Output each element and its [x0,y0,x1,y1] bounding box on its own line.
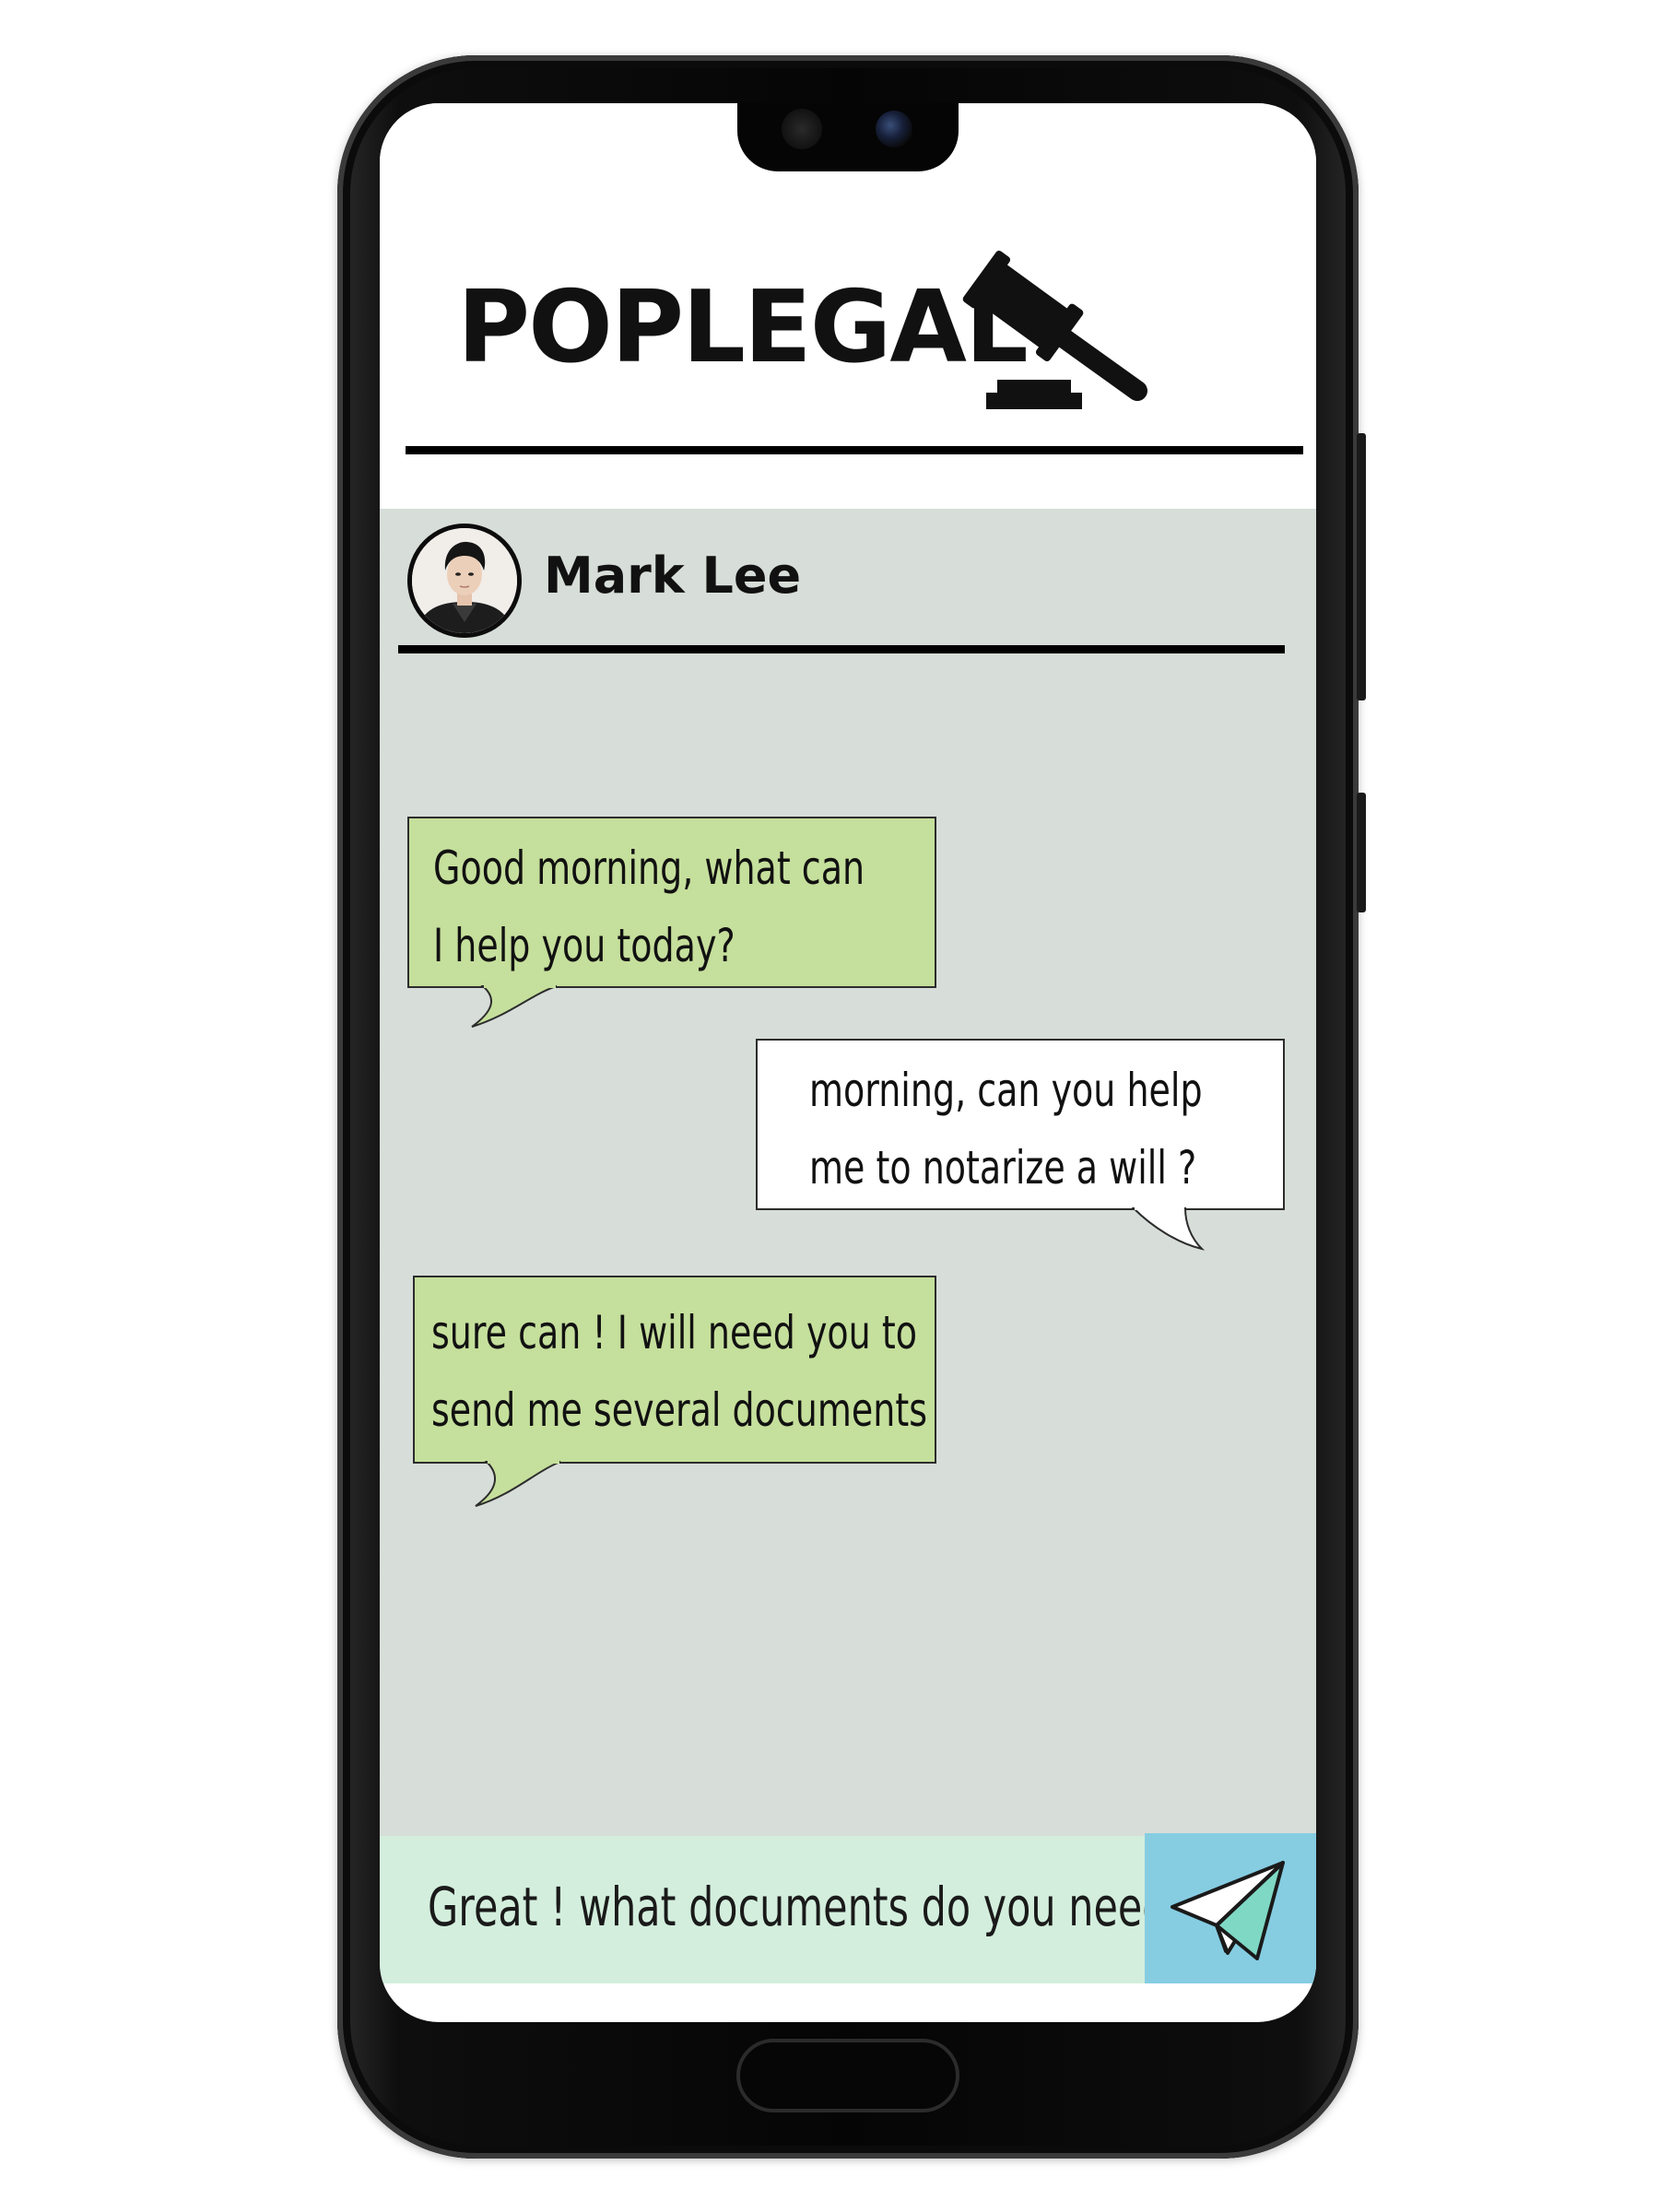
speaker-icon [782,109,822,149]
message-line: Good morning, what can [433,841,865,895]
message-line: send me several documents [431,1383,928,1437]
message-line: me to notarize a will ? [809,1141,1197,1194]
page: POPLEGAL Mark Lee Good morning, what can… [0,0,1659,2212]
message-bubble-outgoing[interactable]: morning, can you help me to notarize a w… [756,1039,1285,1210]
paper-plane-icon [1171,1861,1285,1960]
message-input[interactable]: Great ! what documents do you need | [380,1836,1194,1983]
header-divider [406,446,1303,454]
phone-screen: POPLEGAL Mark Lee Good morning, what can… [380,103,1316,2022]
gavel-icon [962,250,1147,409]
volume-button [1357,433,1366,700]
app-header: POPLEGAL [380,103,1316,509]
notch [737,103,959,171]
message-line: morning, can you help [809,1064,1203,1117]
contact-bar[interactable]: Mark Lee [380,509,1316,656]
bubble-tail [471,984,558,1028]
message-input-text: Great ! what documents do you need | [428,1876,1194,1938]
chat-area[interactable]: Mark Lee Good morning, what can I help y… [380,509,1316,1836]
message-bubble-incoming[interactable]: sure can ! I will need you to send me se… [413,1276,936,1464]
app-title: POPLEGAL [457,270,1029,385]
home-button[interactable] [736,2039,959,2112]
avatar-portrait-icon [412,528,517,633]
avatar[interactable] [407,524,522,638]
contact-divider [398,645,1285,653]
bubble-tail [475,1460,561,1507]
camera-icon [876,111,912,147]
message-bubble-incoming[interactable]: Good morning, what can I help you today? [407,817,936,988]
message-line: I help you today? [433,919,735,972]
message-line: sure can ! I will need you to [431,1306,918,1359]
power-button [1357,793,1366,912]
send-button[interactable] [1145,1833,1316,1983]
contact-name[interactable]: Mark Lee [544,551,801,601]
bubble-tail [1131,1206,1206,1251]
message-composer: Great ! what documents do you need | [380,1833,1316,1983]
